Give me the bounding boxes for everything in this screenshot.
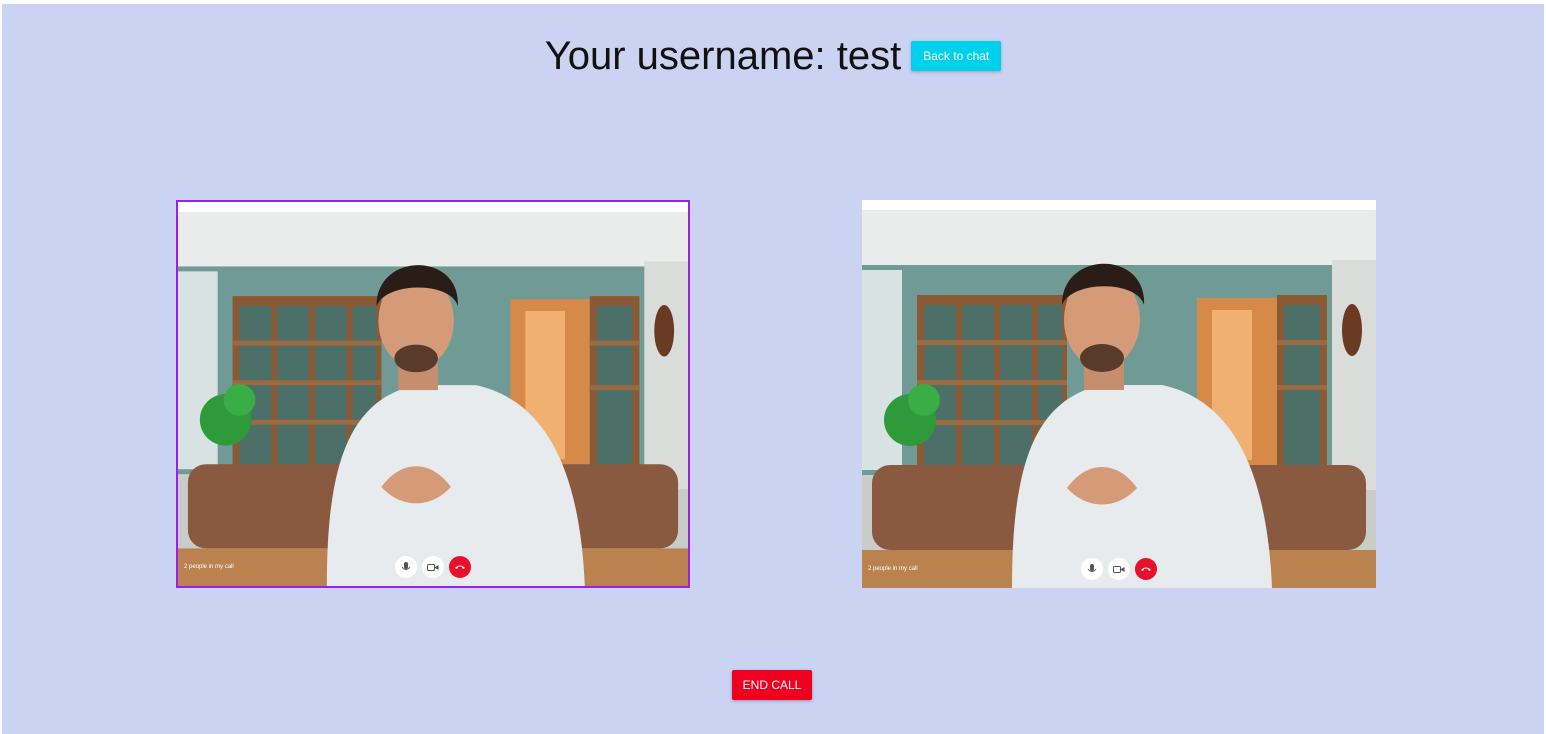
remote-call-controls [1081, 558, 1157, 580]
camera-icon[interactable] [422, 556, 444, 578]
remote-video[interactable]: 2 people in my call [862, 200, 1376, 588]
camera-icon[interactable] [1108, 558, 1130, 580]
back-to-chat-button[interactable]: Back to chat [911, 41, 1002, 71]
mic-icon[interactable] [1081, 558, 1103, 580]
local-video-caption: 2 people in my call [184, 564, 234, 570]
page-header: Your username: test Back to chat [2, 34, 1544, 78]
remote-video-caption: 2 people in my call [868, 566, 918, 572]
local-call-controls [395, 556, 471, 578]
local-video[interactable]: 2 people in my call [176, 200, 690, 588]
video-call-page: Your username: test Back to chat 2 peopl… [2, 4, 1544, 734]
page-title: Your username: test [544, 34, 902, 78]
end-call-button[interactable]: END CALL [732, 670, 812, 700]
hang-up-icon[interactable] [449, 556, 471, 578]
remote-video-frame [862, 210, 1376, 588]
hang-up-icon[interactable] [1135, 558, 1157, 580]
mic-icon[interactable] [395, 556, 417, 578]
local-video-frame [178, 212, 688, 586]
